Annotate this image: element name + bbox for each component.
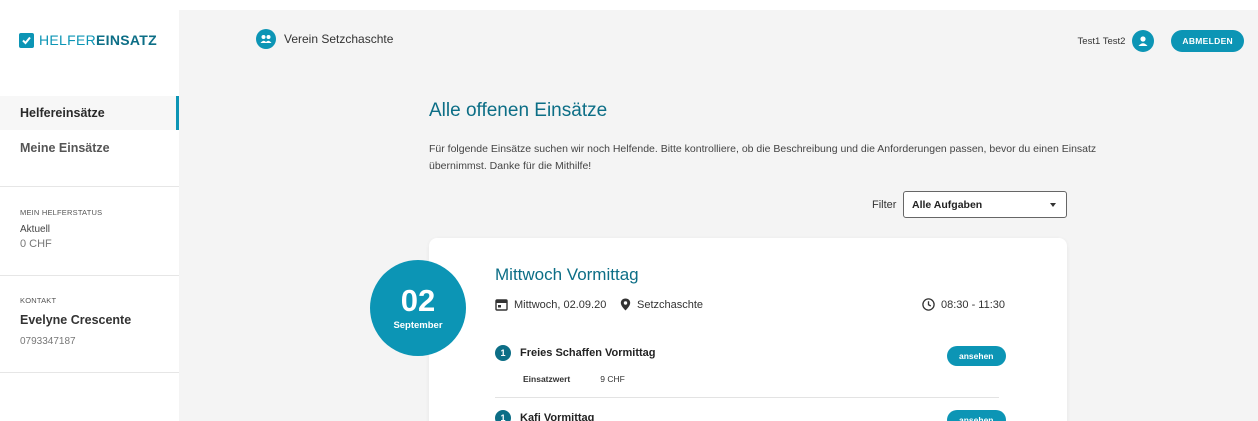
task-name: Kafi Vormittag [520,412,595,421]
clock-icon [922,298,935,311]
task-item: 1 Kafi Vormittag [495,410,594,421]
logout-button[interactable]: ABMELDEN [1171,30,1244,52]
task-count-badge: 1 [495,345,511,361]
user-avatar-icon[interactable] [1132,30,1155,52]
event-day: 02 [400,283,436,318]
calendar-icon [495,299,508,311]
club-name: Verein Setzchaschte [284,32,394,46]
status-current-value: 0 CHF [20,238,52,250]
event-time: 08:30 - 11:30 [922,298,1005,311]
contact-name: Evelyne Crescente [20,313,132,327]
event-time-text: 08:30 - 11:30 [941,298,1006,311]
event-location: Setzchaschte [620,298,703,311]
club-icon [256,29,276,49]
task-value: Einsatzwert 9 CHF [523,374,625,384]
task-item: 1 Freies Schaffen Vormittag [495,345,656,361]
contact-heading: KONTAKT [20,296,57,305]
event-date-badge: 02 September [370,260,466,356]
location-pin-icon [620,298,631,311]
event-month: September [393,320,443,331]
intro-text: Für folgende Einsätze suchen wir noch He… [429,143,1097,172]
filter-label: Filter [872,199,897,211]
main-content: Verein Setzchaschte Test1 Test2 ABMELDEN… [179,10,1258,421]
event-card: Mittwoch Vormittag Mittwoch, 02.09.20 Se… [429,238,1067,421]
chevron-down-icon [1050,203,1056,207]
event-location-text: Setzchaschte [637,298,704,311]
logo-text-light: HELFER [39,32,97,48]
task-name: Freies Schaffen Vormittag [520,347,656,359]
filter-selected-value: Alle Aufgaben [912,198,983,211]
event-title: Mittwoch Vormittag [495,265,639,284]
sidebar-divider [0,275,179,276]
user-area: Test1 Test2 ABMELDEN [1078,30,1244,52]
sidebar-item-helfereinsaetze[interactable]: Helfereinsätze [0,96,179,130]
task-value-amount: 9 CHF [600,374,625,384]
sidebar: HELFER EINSATZ Helfereinsätze Meine Einsä… [0,10,179,421]
sidebar-divider [0,186,179,187]
sidebar-item-meine-einsaetze[interactable]: Meine Einsätze [0,131,179,165]
task-value-label: Einsatzwert [523,374,571,384]
view-task-button[interactable]: ansehen [947,410,1006,421]
helferstatus-heading: MEIN HELFERSTATUS [20,208,103,217]
task-count-badge: 1 [495,410,511,421]
page-title: Alle offenen Einsätze [429,100,608,121]
sidebar-divider [0,372,179,373]
club-selector[interactable]: Verein Setzchaschte [256,29,393,49]
checkmark-icon [19,32,34,48]
user-name: Test1 Test2 [1077,35,1126,47]
task-divider [495,397,999,398]
filter-select[interactable]: Alle Aufgaben [903,191,1067,218]
logo-text-bold: EINSATZ [96,32,157,48]
event-date: Mittwoch, 02.09.20 [495,298,606,311]
contact-phone: 0793347187 [20,336,76,347]
view-task-button[interactable]: ansehen [947,346,1006,366]
status-current-label: Aktuell [20,224,51,235]
app-logo[interactable]: HELFER EINSATZ [19,32,157,48]
event-date-text: Mittwoch, 02.09.20 [514,298,607,311]
